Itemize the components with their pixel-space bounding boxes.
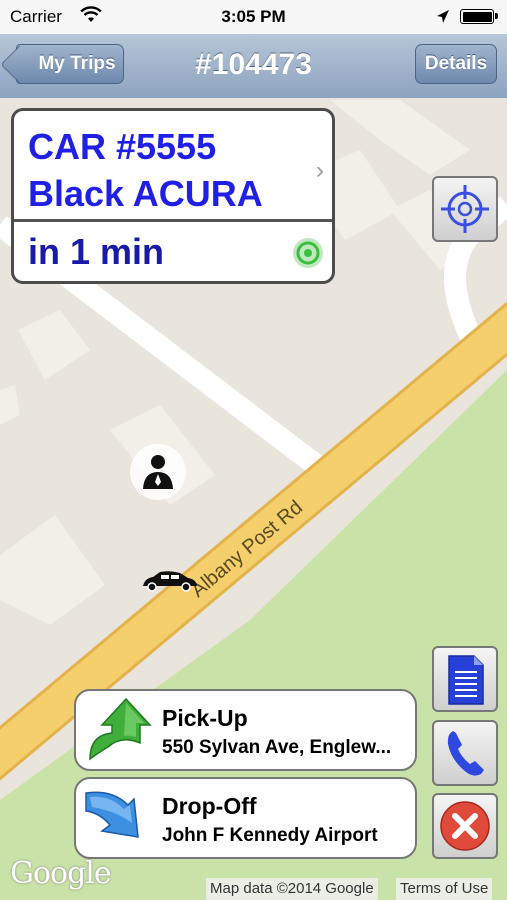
pickup-card[interactable]: Pick-Up 550 Sylvan Ave, Englew...: [74, 689, 417, 771]
map-attribution: Map data ©2014 Google: [206, 878, 378, 900]
pickup-address: 550 Sylvan Ave, Englew...: [162, 737, 392, 758]
car-description: Black ACURA: [28, 173, 263, 214]
dropoff-address: John F Kennedy Airport: [162, 825, 378, 846]
target-icon: [292, 237, 324, 274]
status-bar: Carrier 3:05 PM: [0, 0, 507, 34]
battery-icon: [460, 9, 498, 24]
locate-button[interactable]: [432, 176, 498, 242]
trip-info-card[interactable]: CAR #5555 Black ACURA › in 1 min: [11, 108, 335, 284]
details-button[interactable]: Details: [415, 44, 497, 84]
cancel-x-icon: [440, 801, 490, 851]
location-arrow-icon: [436, 9, 450, 30]
blue-down-arrow-icon: [82, 783, 154, 860]
chevron-right-icon: ›: [316, 157, 324, 184]
google-logo: Google: [10, 856, 112, 891]
crosshair-icon: [441, 185, 489, 233]
dropoff-label: Drop-Off: [162, 793, 257, 819]
back-button-label: My Trips: [38, 53, 116, 74]
vehicle-info: CAR #5555 Black ACURA: [28, 123, 263, 217]
cancel-trip-button[interactable]: [432, 793, 498, 859]
terms-of-use-link[interactable]: Terms of Use: [396, 878, 493, 900]
card-divider: [14, 219, 332, 222]
call-driver-button[interactable]: [432, 720, 498, 786]
document-icon: [448, 655, 484, 705]
trip-document-button[interactable]: [432, 646, 498, 712]
phone-icon: [447, 731, 484, 776]
green-up-arrow-icon: [82, 695, 154, 772]
passenger-marker-icon: [130, 444, 186, 500]
eta-label: in 1 min: [28, 231, 165, 272]
car-number: CAR #5555: [28, 126, 217, 167]
clock: 3:05 PM: [221, 7, 286, 26]
navigation-bar: My Trips #104473 Details: [0, 34, 507, 99]
dropoff-card[interactable]: Drop-Off John F Kennedy Airport: [74, 777, 417, 859]
pickup-label: Pick-Up: [162, 705, 248, 731]
